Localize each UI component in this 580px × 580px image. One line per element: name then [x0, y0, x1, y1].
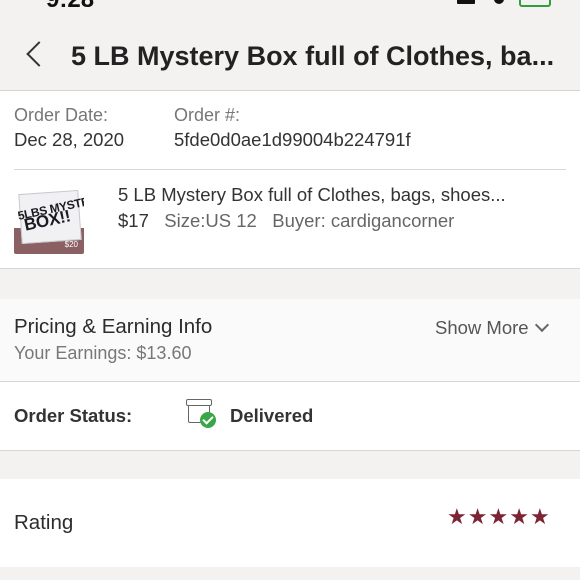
show-more-label: Show More	[435, 317, 529, 338]
rating-label: Rating	[14, 511, 74, 534]
status-bar: 9:28	[0, 0, 580, 14]
pricing-section: Pricing & Earning Info Your Earnings: $1…	[0, 299, 580, 382]
pricing-title: Pricing & Earning Info	[14, 315, 213, 338]
wifi-icon	[494, 0, 504, 4]
item-buyer: Buyer: cardigancorner	[272, 210, 455, 231]
star-icon: ★	[447, 504, 467, 529]
status-time: 9:28	[46, 0, 94, 14]
chevron-left-icon	[26, 41, 52, 67]
order-number-value: 5fde0d0ae1d99004b224791f	[174, 129, 411, 150]
order-meta: Order Date: Dec 28, 2020 Order #: 5fde0d…	[14, 91, 566, 170]
section-gap	[0, 269, 580, 299]
star-icon: ★	[529, 504, 550, 529]
chevron-down-icon	[534, 317, 549, 333]
show-more-button[interactable]: Show More	[435, 317, 549, 339]
delivered-box-icon	[186, 399, 216, 428]
item-details: $17 Size:US 12 Buyer: cardigancorner	[118, 210, 454, 232]
item-title: 5 LB Mystery Box full of Clothes, bags, …	[118, 184, 506, 205]
star-rating: ★★★★★	[447, 504, 551, 530]
nav-header: 5 LB Mystery Box full of Clothes, ba...	[0, 14, 580, 91]
earnings-text: Your Earnings: $13.60	[14, 343, 192, 363]
order-status-row: Order Status: Delivered	[0, 382, 580, 451]
page-title: 5 LB Mystery Box full of Clothes, ba...	[71, 41, 555, 71]
item-price: $17	[118, 210, 149, 231]
order-status-value: Delivered	[230, 405, 314, 426]
order-status-label: Order Status:	[14, 405, 133, 426]
order-item[interactable]: 5LBS MYSTERY BOX!! $20 5 LB Mystery Box …	[0, 170, 580, 269]
star-icon: ★	[509, 504, 529, 529]
rating-row: Rating ★★★★★	[0, 479, 580, 568]
battery-icon	[519, 0, 551, 7]
order-details: Order Date: Dec 28, 2020 Order #: 5fde0d…	[0, 91, 580, 568]
order-number-label: Order #:	[174, 105, 241, 125]
thumbnail-price-tag: $20	[64, 240, 78, 249]
order-date-label: Order Date:	[14, 105, 109, 125]
order-date-value: Dec 28, 2020	[14, 129, 125, 150]
back-button[interactable]	[20, 36, 52, 76]
item-size: Size:US 12	[164, 210, 257, 231]
section-gap	[0, 451, 580, 479]
signal-icon	[457, 0, 475, 4]
item-thumbnail[interactable]: 5LBS MYSTERY BOX!! $20	[14, 184, 84, 254]
star-icon: ★	[488, 504, 509, 529]
star-icon: ★	[467, 504, 488, 529]
